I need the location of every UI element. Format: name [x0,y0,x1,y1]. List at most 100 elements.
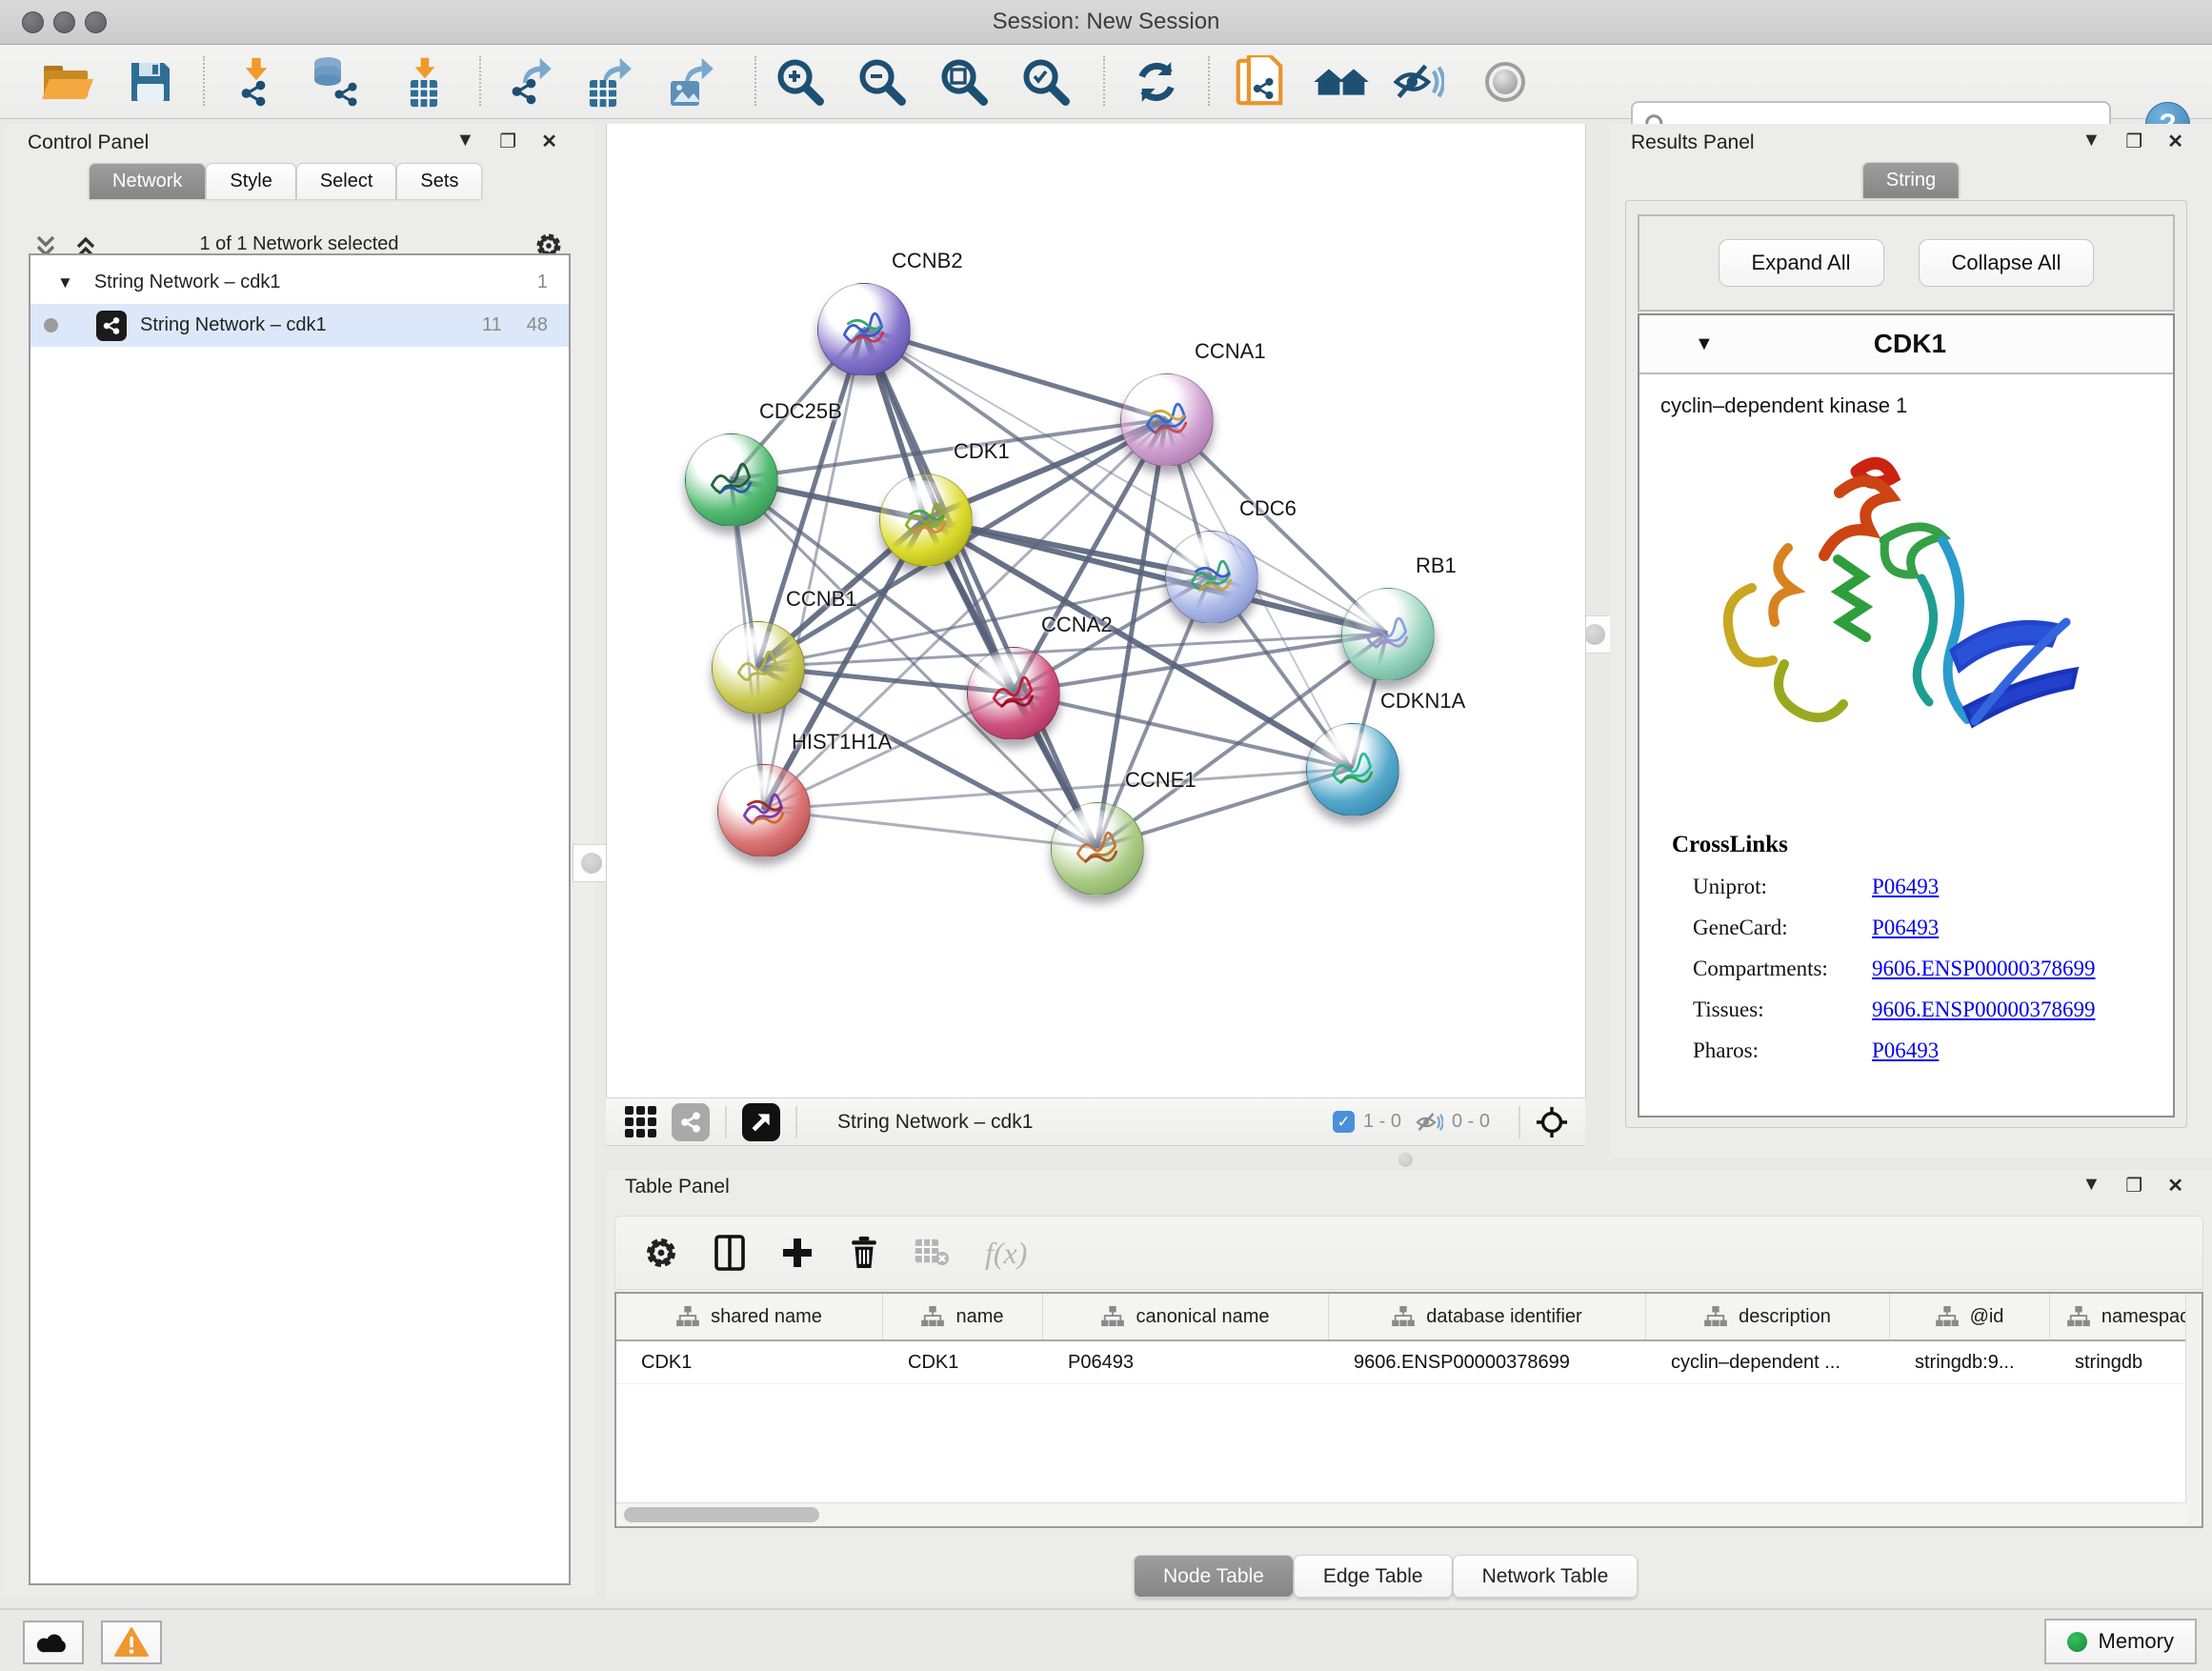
delete-column-button[interactable] [850,1237,878,1269]
network-canvas[interactable]: CCNB2CCNA1CDC25BCDK1CDC6RB1CCNB1CCNA2CDK… [606,124,1586,1097]
panel-menu-icon[interactable]: ▼ [2082,1174,2101,1198]
table-cell[interactable]: stringdb:9... [1890,1341,2050,1383]
network-edge[interactable] [1013,693,1352,769]
left-splitter-handle[interactable] [573,844,611,882]
clone-network-button[interactable] [1231,56,1288,108]
zoom-out-button[interactable] [854,56,911,108]
column-header-name[interactable]: name [883,1294,1043,1339]
tab-edge-table[interactable]: Edge Table [1294,1555,1453,1598]
birdseye-view-button[interactable] [742,1103,780,1141]
zoom-in-button[interactable] [772,56,829,108]
select-columns-button[interactable] [714,1235,745,1271]
network-node-CDK1[interactable] [879,473,973,567]
network-share-icon[interactable] [672,1103,710,1141]
export-image-button[interactable] [663,56,720,108]
network-node-CDC6[interactable] [1165,531,1258,624]
cloud-status-button[interactable] [23,1621,84,1664]
network-node-CCNE1[interactable] [1051,802,1144,896]
horizontal-splitter-handle[interactable] [1398,1153,1413,1167]
export-network-button[interactable] [501,56,558,108]
column-header--id[interactable]: @id [1890,1294,2050,1339]
column-header-shared-name[interactable]: shared name [616,1294,883,1339]
tab-network[interactable]: Network [89,163,206,199]
network-node-CDKN1A[interactable] [1306,723,1399,816]
column-header-description[interactable]: description [1646,1294,1890,1339]
column-header-database-identifier[interactable]: database identifier [1329,1294,1646,1339]
table-horizontal-scrollbar[interactable] [616,1502,2186,1526]
network-node-HIST1H1A[interactable] [717,764,811,857]
panel-menu-icon[interactable]: ▼ [2082,130,2101,153]
table-cell[interactable]: stringdb [2050,1341,2203,1383]
refresh-view-button[interactable] [1128,56,1185,108]
network-node-CCNB1[interactable] [712,621,805,715]
scrollbar-thumb[interactable] [624,1507,819,1522]
table-cell[interactable]: cyclin–dependent ... [1646,1341,1890,1383]
crosslink-link[interactable]: 9606.ENSP00000378699 [1872,956,2096,981]
table-cell[interactable]: P06493 [1043,1341,1329,1383]
zoom-selected-button[interactable] [1017,56,1075,108]
network-node-CDC25B[interactable] [685,433,778,527]
tab-string[interactable]: String [1862,162,1960,198]
tab-style[interactable]: Style [206,163,295,199]
tab-network-table[interactable]: Network Table [1453,1555,1639,1598]
hidden-eye-slash-icon[interactable] [1415,1111,1443,1134]
open-session-button[interactable] [38,56,95,108]
tab-select[interactable]: Select [296,163,397,199]
crosslink-link[interactable]: P06493 [1872,875,1939,899]
export-table-icon [583,56,636,108]
panel-float-icon[interactable]: ❐ [499,130,516,153]
create-column-button[interactable] [781,1237,814,1269]
table-cell[interactable]: 9606.ENSP00000378699 [1329,1341,1646,1383]
crosslink-link[interactable]: P06493 [1872,916,1939,940]
show-all-button[interactable] [1477,56,1534,108]
selected-counts: 1 - 0 [1363,1111,1401,1133]
table-vertical-scrollbar[interactable] [2185,1294,2202,1526]
panel-close-icon[interactable]: ✕ [2167,1174,2183,1198]
fit-selected-crosshair-icon[interactable] [1536,1106,1568,1138]
hide-selected-button[interactable] [1389,56,1446,108]
delete-table-button[interactable] [915,1238,949,1267]
import-network-file-button[interactable] [227,56,284,108]
table-cell[interactable]: CDK1 [616,1341,883,1383]
table-gear-button[interactable] [644,1236,678,1270]
memory-button[interactable]: Memory [2044,1619,2197,1664]
import-network-database-button[interactable] [307,56,364,108]
network-row[interactable]: String Network – cdk1 11 48 [30,304,569,347]
save-session-button[interactable] [122,56,179,108]
export-table-button[interactable] [581,56,638,108]
zoom-fit-button[interactable] [935,56,993,108]
tab-node-table[interactable]: Node Table [1134,1555,1294,1598]
collection-expand-triangle-icon[interactable]: ▼ [57,273,73,292]
table-cell[interactable]: CDK1 [883,1341,1043,1383]
collapse-all-button[interactable]: Collapse All [1919,239,2095,287]
network-node-CCNA1[interactable] [1120,373,1214,467]
network-node-CCNA2[interactable] [967,647,1060,740]
section-expand-triangle-icon[interactable]: ▼ [1695,333,1714,355]
panel-float-icon[interactable]: ❐ [2125,130,2142,153]
panel-float-icon[interactable]: ❐ [2125,1174,2142,1198]
crosslink-link[interactable]: 9606.ENSP00000378699 [1872,997,2096,1022]
panel-close-icon[interactable]: ✕ [2167,130,2183,153]
column-header-namespac[interactable]: namespac [2050,1294,2203,1339]
import-table-file-button[interactable] [396,56,453,108]
expand-all-button[interactable]: Expand All [1719,239,1884,287]
column-header-canonical-name[interactable]: canonical name [1043,1294,1329,1339]
crosslink-link[interactable]: P06493 [1872,1038,1939,1063]
function-builder-icon[interactable]: f(x) [985,1236,1027,1271]
tab-sets[interactable]: Sets [396,163,482,199]
table-row[interactable]: CDK1CDK1P064939606.ENSP00000378699cyclin… [616,1341,2202,1384]
network-edge[interactable] [863,329,1096,848]
network-collection-row[interactable]: ▼ String Network – cdk1 1 [30,261,569,304]
cloud-icon [36,1631,70,1654]
warnings-button[interactable] [101,1621,162,1664]
panel-menu-icon[interactable]: ▼ [456,130,475,153]
panel-close-icon[interactable]: ✕ [541,130,557,153]
network-edge[interactable] [763,810,1096,848]
home-button[interactable] [1313,56,1370,108]
network-node-CCNB2[interactable] [817,283,911,376]
crosslink-row: Tissues: 9606.ENSP00000378699 [1672,997,2173,1022]
gene-section-header[interactable]: ▼ CDK1 [1639,315,2173,374]
grid-view-icon[interactable] [625,1106,656,1137]
network-node-RB1[interactable] [1341,588,1435,681]
selected-count-checkbox[interactable]: ✓ [1333,1111,1355,1133]
